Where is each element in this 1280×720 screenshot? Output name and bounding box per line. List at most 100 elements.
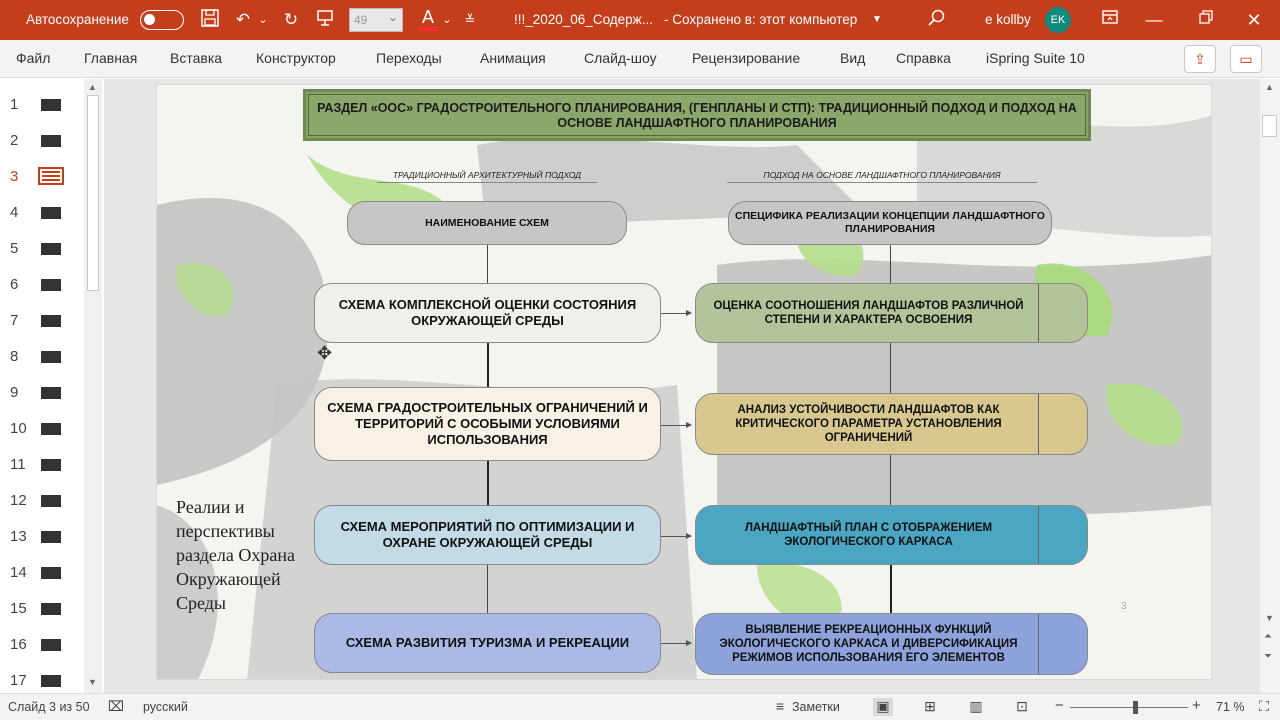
menu-transitions[interactable]: Переходы — [376, 50, 442, 66]
autosave-toggle[interactable] — [140, 10, 184, 30]
menu-bar: Файл Главная Вставка Конструктор Переход… — [0, 40, 1280, 78]
slide-counter[interactable]: Слайд 3 из 50 — [8, 700, 90, 714]
slide-thumbnail-image[interactable] — [41, 423, 61, 435]
slide-thumbnail-image[interactable] — [41, 675, 61, 687]
menu-review[interactable]: Рецензирование — [692, 50, 800, 66]
fit-slide-icon[interactable]: ⛶ — [1254, 698, 1274, 716]
menu-animations[interactable]: Анимация — [480, 50, 546, 66]
slide-sorter-icon[interactable]: ⊞ — [920, 698, 940, 716]
slide-thumbnail-number: 17 — [10, 672, 27, 689]
slide-thumbnail[interactable]: 10 — [0, 417, 84, 441]
menu-insert[interactable]: Вставка — [170, 50, 222, 66]
ribbon-display-icon[interactable] — [1098, 8, 1122, 32]
save-status[interactable]: - Сохранено в: этот компьютер — [664, 12, 857, 27]
slide-thumbnail-image[interactable] — [41, 387, 61, 399]
slide-thumbnail[interactable]: 15 — [0, 597, 84, 621]
zoom-in-button[interactable]: + — [1192, 697, 1201, 714]
menu-file[interactable]: Файл — [16, 50, 50, 66]
slide-thumbnail[interactable]: 16 — [0, 633, 84, 657]
scroll-up-icon[interactable]: ▲ — [88, 82, 97, 92]
document-title[interactable]: !!!_2020_06_Содерж... — [514, 12, 653, 27]
slideshow-view-icon[interactable]: ⊡ — [1012, 698, 1032, 716]
undo-icon[interactable]: ↶ — [232, 8, 254, 32]
slide-thumbnail-image[interactable] — [41, 531, 61, 543]
slide-thumbnail-image[interactable] — [41, 243, 61, 255]
menu-ispring[interactable]: iSpring Suite 10 — [986, 50, 1085, 66]
slide-thumbnail[interactable]: 13 — [0, 525, 84, 549]
customize-toolbar-icon[interactable]: ≚ — [462, 8, 478, 32]
slide-thumbnail-image[interactable] — [41, 459, 61, 471]
reading-view-icon[interactable]: ▥ — [966, 698, 986, 716]
slide-thumbnail[interactable]: 14 — [0, 561, 84, 585]
slide-thumbnail-number: 14 — [10, 564, 27, 581]
slide-thumbnail[interactable]: 17 — [0, 669, 84, 693]
language-indicator[interactable]: русский — [143, 700, 188, 714]
user-name[interactable]: e kollby — [985, 12, 1031, 27]
font-size-select[interactable]: 49 — [349, 8, 403, 32]
normal-view-icon[interactable]: ▣ — [873, 698, 893, 716]
slide-thumbnail-image[interactable] — [41, 495, 61, 507]
slide-thumbnail-image[interactable] — [41, 351, 61, 363]
slide-thumbnail-image[interactable] — [38, 167, 64, 185]
scroll-down-icon[interactable]: ▼ — [1265, 613, 1274, 623]
notes-button[interactable]: Заметки — [792, 700, 840, 714]
slide-thumbnail[interactable]: 5 — [0, 237, 84, 261]
next-slide-icon[interactable]: ⏷ — [1264, 651, 1272, 662]
scroll-up-icon[interactable]: ▲ — [1265, 82, 1274, 92]
undo-dropdown-icon[interactable]: ⌄ — [257, 8, 269, 32]
slide-thumbnail-image[interactable] — [41, 603, 61, 615]
comments-icon[interactable]: ▭ — [1230, 45, 1262, 73]
slide-thumbnail[interactable]: 11 — [0, 453, 84, 477]
arrow-connector — [661, 310, 692, 316]
accessibility-icon[interactable]: ⌧ — [106, 698, 126, 716]
restore-icon[interactable] — [1194, 8, 1218, 32]
font-color-button[interactable]: A — [417, 7, 439, 33]
slide-thumbnail-image[interactable] — [41, 315, 61, 327]
menu-help[interactable]: Справка — [896, 50, 951, 66]
zoom-level[interactable]: 71 % — [1216, 700, 1245, 714]
notes-icon[interactable]: ≡ — [770, 698, 790, 716]
slide-thumbnail[interactable]: 6 — [0, 273, 84, 297]
menu-design[interactable]: Конструктор — [256, 50, 336, 66]
slide-thumbnail[interactable]: 1 — [0, 93, 84, 117]
menu-view[interactable]: Вид — [840, 50, 865, 66]
slide-thumbnail-number: 11 — [10, 456, 26, 473]
slide-canvas[interactable]: РАЗДЕЛ «ООС» ГРАДОСТРОИТЕЛЬНОГО ПЛАНИРОВ… — [156, 84, 1212, 680]
slide-thumbnail-image[interactable] — [41, 135, 61, 147]
slide-thumbnail[interactable]: 2 — [0, 129, 84, 153]
minimize-icon[interactable]: — — [1142, 8, 1166, 32]
zoom-out-button[interactable]: − — [1055, 697, 1064, 714]
slide-thumbnail[interactable]: 4 — [0, 201, 84, 225]
scroll-down-icon[interactable]: ▼ — [88, 677, 97, 687]
avatar[interactable]: EK — [1045, 7, 1071, 33]
zoom-slider-handle[interactable] — [1132, 701, 1138, 714]
slide-thumbnail[interactable]: 8 — [0, 345, 84, 369]
slide-scrollbar[interactable]: ▲ ▼ ⏶ ⏷ — [1260, 79, 1280, 693]
slide-thumbnail-image[interactable] — [41, 567, 61, 579]
slide-thumbnail-image[interactable] — [41, 99, 61, 111]
scrollbar-thumb[interactable] — [1262, 115, 1277, 137]
previous-slide-icon[interactable]: ⏶ — [1264, 631, 1272, 642]
slide-thumbnail[interactable]: 9 — [0, 381, 84, 405]
search-icon[interactable] — [924, 8, 948, 32]
close-icon[interactable]: ✕ — [1242, 8, 1266, 32]
left-scheme-box-4: СХЕМА РАЗВИТИЯ ТУРИЗМА И РЕКРЕАЦИИ — [314, 613, 661, 673]
slide-thumbnail-image[interactable] — [41, 207, 61, 219]
save-icon[interactable] — [198, 8, 222, 32]
present-icon[interactable] — [313, 8, 337, 32]
menu-home[interactable]: Главная — [84, 50, 137, 66]
slide-thumbnail-image[interactable] — [41, 639, 61, 651]
menu-slideshow[interactable]: Слайд-шоу — [584, 50, 657, 66]
font-color-dropdown-icon[interactable]: ⌄ — [441, 8, 453, 32]
slide-thumbnail-image[interactable] — [41, 279, 61, 291]
slide-thumbnail[interactable]: 12 — [0, 489, 84, 513]
slide-thumbnail[interactable]: 3 — [0, 165, 84, 189]
redo-icon[interactable]: ↻ — [279, 8, 303, 32]
share-icon[interactable]: ⇪ — [1184, 45, 1216, 73]
slide-thumbnail-number: 10 — [10, 420, 27, 437]
slide-thumbnail[interactable]: 7 — [0, 309, 84, 333]
zoom-slider[interactable] — [1070, 707, 1188, 708]
save-status-dropdown-icon[interactable]: ▼ — [870, 8, 884, 32]
scrollbar-thumb[interactable] — [87, 95, 99, 291]
thumbnail-scrollbar[interactable]: ▲ ▼ — [84, 79, 102, 693]
